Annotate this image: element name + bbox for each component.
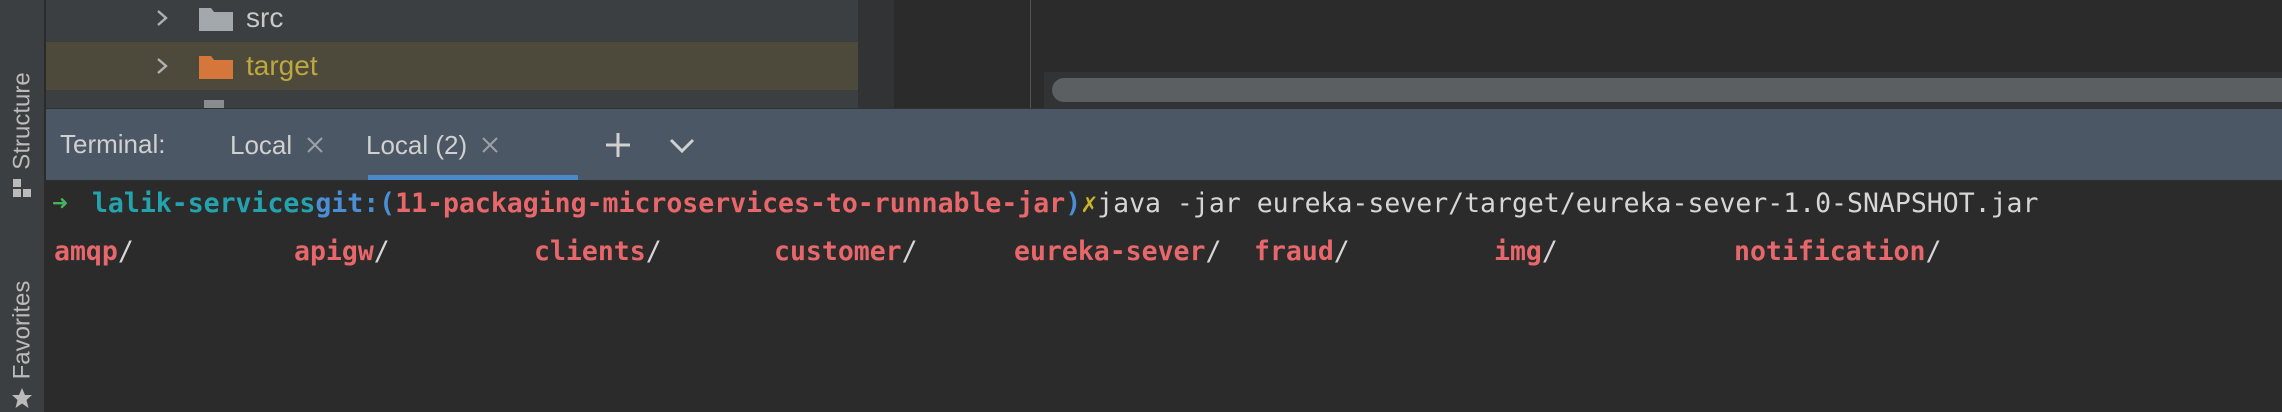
pane-divider[interactable] <box>858 0 894 108</box>
favorites-tab-label: Favorites <box>8 280 36 380</box>
file-icon <box>204 100 224 108</box>
close-icon[interactable] <box>304 134 326 156</box>
terminal-output[interactable]: ➜ lalik-services git:(11-packaging-micros… <box>46 180 2282 412</box>
command-text: java -jar eureka-sever/target/eureka-sev… <box>1097 187 2039 219</box>
list-item: notification / <box>1734 235 1942 267</box>
list-item: amqp / <box>54 235 134 267</box>
dirty-mark-icon: ✗ <box>1081 187 1098 219</box>
tree-item-label: target <box>246 50 318 81</box>
tab-local-2[interactable]: Local (2) <box>366 109 501 181</box>
editor-gutter-line <box>1030 0 1031 108</box>
chevron-down-icon[interactable] <box>666 129 698 161</box>
tab-label: Local (2) <box>366 129 468 160</box>
git-label-close: ) <box>1065 187 1082 219</box>
list-item: img / <box>1494 235 1558 267</box>
git-branch: 11-packaging-microservices-to-runnable-j… <box>395 187 1066 219</box>
list-item: fraud / <box>1254 235 1350 267</box>
horizontal-scrollbar-thumb[interactable] <box>1052 78 2282 102</box>
chevron-right-icon[interactable] <box>152 56 172 76</box>
structure-icon <box>13 179 31 197</box>
close-icon[interactable] <box>479 134 501 156</box>
tree-item-label: src <box>246 2 284 33</box>
list-item: eureka-sever / <box>1014 235 1222 267</box>
list-item: clients / <box>534 235 662 267</box>
folder-icon <box>199 8 233 31</box>
tree-item-partial <box>46 90 858 108</box>
structure-tab-label: Structure <box>8 72 36 170</box>
project-tree: src target <box>46 0 858 108</box>
list-item: apigw / <box>294 235 390 267</box>
terminal-toolbar: Terminal: Local Local (2) <box>46 108 2282 181</box>
list-item: customer / <box>774 235 918 267</box>
chevron-right-icon[interactable] <box>152 8 172 28</box>
tree-item-src[interactable]: src <box>46 0 858 42</box>
tree-item-target[interactable]: target <box>46 42 858 90</box>
git-label: git:( <box>315 187 396 219</box>
star-icon <box>12 388 32 408</box>
favorites-tool-tab[interactable]: Favorites <box>0 255 45 405</box>
tab-local[interactable]: Local <box>230 109 326 181</box>
tab-label: Local <box>230 129 293 160</box>
terminal-title: Terminal: <box>60 129 166 159</box>
tool-window-strip: Structure Favorites <box>0 0 45 412</box>
prompt-directory: lalik-services <box>91 187 316 219</box>
folder-icon <box>199 56 233 79</box>
prompt-line: ➜ lalik-services git:(11-packaging-micros… <box>52 180 2038 226</box>
plus-icon[interactable] <box>602 129 634 161</box>
prompt-arrow-icon: ➜ <box>52 187 68 219</box>
